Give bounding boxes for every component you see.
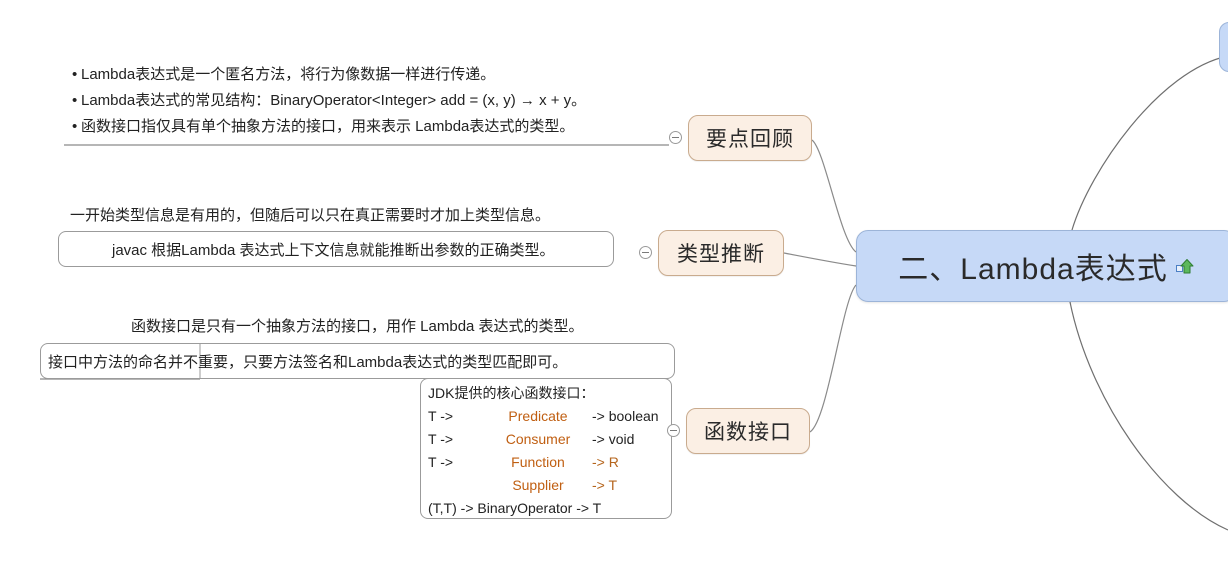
bullet-text: 函数接口指仅具有单个抽象方法的接口，用来表示 Lambda表达式的类型。 <box>81 118 575 135</box>
bullet-item: • Lambda表达式是一个匿名方法，将行为像数据一样进行传递。 <box>72 62 586 88</box>
jdk-output-type: -> void <box>592 431 635 447</box>
topic-label: 函数接口 <box>704 421 792 444</box>
jdk-interface-name: Consumer <box>505 431 571 447</box>
jdk-input-type: T -> <box>428 431 454 447</box>
branch-3-line-2: 接口中方法的命名并不重要，只要方法签名和Lambda表达式的类型匹配即可。 <box>48 354 568 371</box>
bullet-item: • 函数接口指仅具有单个抽象方法的接口，用来表示 Lambda表达式的类型。 <box>72 114 586 140</box>
branch-3-line-1: 函数接口是只有一个抽象方法的接口，用作 Lambda 表达式的类型。 <box>131 318 584 335</box>
jdk-output-type: -> boolean <box>592 408 659 424</box>
hyperlink-arrow-icon[interactable] <box>1175 257 1194 275</box>
bullet-text: Lambda表达式的常见结构：BinaryOperator<Integer> a… <box>81 92 587 109</box>
topic-label: 类型推断 <box>677 243 765 266</box>
bullet-item: • Lambda表达式的常见结构：BinaryOperator<Integer> … <box>72 88 586 114</box>
jdk-binary-operator-row: (T,T) -> BinaryOperator -> T <box>428 500 602 516</box>
jdk-input-type: T -> <box>428 454 454 470</box>
topic-node-type-inference[interactable]: 类型推断 <box>658 230 784 276</box>
branch-1-notes: • Lambda表达式是一个匿名方法，将行为像数据一样进行传递。 • Lambda表… <box>72 62 586 140</box>
table-row: Supplier -> T <box>428 474 659 497</box>
branch-2-line-2: javac 根据Lambda 表达式上下文信息就能推断出参数的正确类型。 <box>112 242 555 259</box>
bullet-dot: • <box>72 92 78 109</box>
jdk-functional-interfaces-table: JDK提供的核心函数接口： T -> Predicate -> boolean T … <box>428 382 659 520</box>
branch-2-line-1: 一开始类型信息是有用的，但随后可以只在真正需要时才加上类型信息。 <box>70 207 551 224</box>
jdk-table-title: JDK提供的核心函数接口： <box>428 385 595 401</box>
jdk-output-type: -> T <box>592 477 618 493</box>
jdk-interface-name: Predicate <box>508 408 568 424</box>
offscreen-node-top-right[interactable] <box>1219 22 1228 72</box>
jdk-input-type: T -> <box>428 408 454 424</box>
bullet-dot: • <box>72 66 78 83</box>
collapse-toggle-type-inference[interactable] <box>639 246 652 259</box>
root-node[interactable]: 二、Lambda表达式 <box>856 230 1228 302</box>
topic-node-functional-interface[interactable]: 函数接口 <box>686 408 810 454</box>
collapse-toggle-functional-interface[interactable] <box>667 424 680 437</box>
jdk-interface-name: Function <box>511 454 565 470</box>
bullet-text: Lambda表达式是一个匿名方法，将行为像数据一样进行传递。 <box>81 66 496 83</box>
jdk-output-type: -> R <box>592 454 619 470</box>
topic-label: 要点回顾 <box>706 128 794 151</box>
table-row: T -> Function -> R <box>428 451 659 474</box>
root-node-label: 二、Lambda表达式 <box>898 253 1168 286</box>
jdk-interface-name: Supplier <box>512 477 564 493</box>
collapse-toggle-key-review[interactable] <box>669 131 682 144</box>
table-row: T -> Predicate -> boolean <box>428 405 659 428</box>
mindmap-canvas: • Lambda表达式是一个匿名方法，将行为像数据一样进行传递。 • Lambda表… <box>0 0 1228 573</box>
bullet-dot: • <box>72 118 78 135</box>
topic-node-key-review[interactable]: 要点回顾 <box>688 115 812 161</box>
table-row: T -> Consumer -> void <box>428 428 659 451</box>
